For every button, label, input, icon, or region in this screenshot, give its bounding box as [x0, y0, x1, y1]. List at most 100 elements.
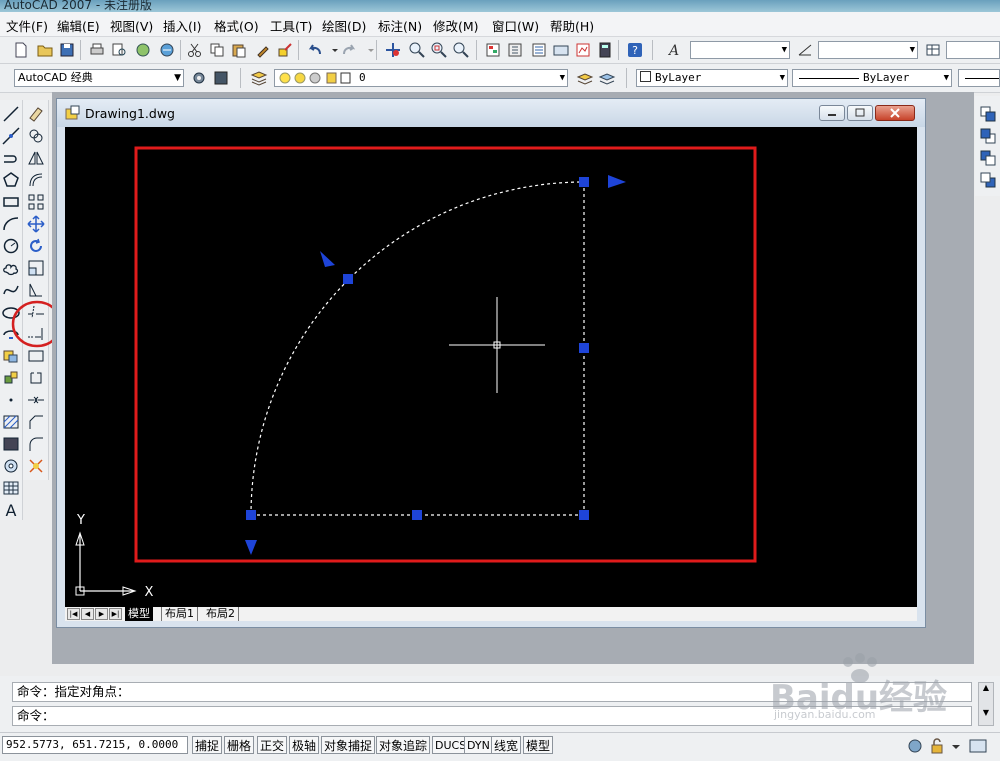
copy-object-icon[interactable] — [26, 126, 46, 146]
workspace-settings-icon[interactable] — [190, 69, 208, 87]
block-editor-icon[interactable] — [276, 41, 294, 59]
tab-last-icon[interactable]: ▶| — [109, 608, 122, 620]
chamfer-icon[interactable] — [26, 412, 46, 432]
fillet-icon[interactable] — [26, 434, 46, 454]
menu-format[interactable]: 格式(O) — [214, 16, 259, 35]
menu-tools[interactable]: 工具(T) — [270, 16, 312, 35]
line-icon[interactable] — [1, 104, 21, 124]
tool-palettes-icon[interactable] — [530, 41, 548, 59]
bring-above-icon[interactable] — [978, 148, 998, 168]
text-style-combo[interactable]: ▼ — [690, 41, 790, 59]
make-block-icon[interactable] — [1, 368, 21, 388]
paste-icon[interactable] — [230, 41, 248, 59]
new-icon[interactable] — [12, 41, 30, 59]
array-icon[interactable] — [26, 192, 46, 212]
layer-properties-icon[interactable] — [250, 69, 268, 87]
help-icon[interactable]: ? — [626, 41, 644, 59]
calculator-icon[interactable] — [596, 41, 614, 59]
selected-arc[interactable] — [250, 181, 585, 516]
grip-arrow-down[interactable] — [245, 540, 257, 555]
drawing-canvas[interactable]: Y X — [65, 127, 917, 607]
rectangle-icon[interactable] — [1, 192, 21, 212]
menu-help[interactable]: 帮助(H) — [550, 16, 594, 35]
grip-arc-mid[interactable] — [343, 274, 353, 284]
sheet-set-icon[interactable] — [552, 41, 570, 59]
join-icon[interactable] — [26, 390, 46, 410]
menu-modify[interactable]: 修改(M) — [433, 16, 479, 35]
grip-line-mid-horizontal[interactable] — [412, 510, 422, 520]
point-icon[interactable] — [1, 390, 21, 410]
gradient-icon[interactable] — [1, 434, 21, 454]
toggle-lineweight[interactable]: 线宽 — [491, 736, 522, 754]
polygon-icon[interactable] — [1, 170, 21, 190]
undo-dropdown-icon[interactable] — [326, 41, 338, 59]
toggle-osnap[interactable]: 对象捕捉 — [321, 736, 376, 754]
zoom-previous-icon[interactable] — [452, 41, 470, 59]
open-icon[interactable] — [36, 41, 54, 59]
spline-icon[interactable] — [1, 280, 21, 300]
color-combo[interactable]: ByLayer ▼ — [636, 69, 788, 87]
zoom-realtime-icon[interactable] — [408, 41, 426, 59]
revision-cloud-icon[interactable] — [1, 258, 21, 278]
pan-realtime-icon[interactable] — [384, 41, 402, 59]
toggle-model[interactable]: 模型 — [523, 736, 554, 754]
send-to-back-icon[interactable] — [978, 126, 998, 146]
stretch-icon[interactable] — [26, 280, 46, 300]
grip-arc-start[interactable] — [246, 510, 256, 520]
grip-line-mid-vertical[interactable] — [579, 343, 589, 353]
lock-icon[interactable] — [928, 737, 946, 755]
toggle-dyn[interactable]: DYN — [464, 736, 493, 754]
redo-icon[interactable] — [340, 41, 358, 59]
copy-icon[interactable] — [208, 41, 226, 59]
redo-dropdown-icon[interactable] — [362, 41, 374, 59]
workspace-combo[interactable]: AutoCAD 经典 ▼ — [14, 69, 184, 87]
tab-model[interactable]: 模型 — [125, 607, 153, 621]
menu-insert[interactable]: 插入(I) — [163, 16, 201, 35]
menu-view[interactable]: 视图(V) — [110, 16, 153, 35]
tab-layout1[interactable]: 布局1 — [161, 607, 198, 621]
grip-arrow-right[interactable] — [608, 175, 626, 188]
publish-icon[interactable] — [134, 41, 152, 59]
close-button[interactable] — [875, 105, 915, 121]
circle-icon[interactable] — [1, 236, 21, 256]
table-icon[interactable] — [1, 478, 21, 498]
restore-button[interactable] — [847, 105, 873, 121]
match-properties-icon[interactable] — [254, 41, 272, 59]
minimize-button[interactable] — [819, 105, 845, 121]
bring-to-front-icon[interactable] — [978, 104, 998, 124]
markup-set-icon[interactable] — [574, 41, 592, 59]
arc-icon[interactable] — [1, 214, 21, 234]
layer-previous-icon[interactable] — [598, 69, 616, 87]
scroll-up-icon[interactable]: ▲ — [979, 683, 993, 692]
break-icon[interactable] — [26, 368, 46, 388]
send-under-icon[interactable] — [978, 170, 998, 190]
move-icon[interactable] — [26, 214, 46, 234]
save-icon[interactable] — [58, 41, 76, 59]
layer-combo[interactable]: 0 ▼ — [274, 69, 568, 87]
toggle-grid[interactable]: 栅格 — [224, 736, 255, 754]
command-input[interactable]: 命令： — [12, 706, 972, 726]
dim-style-icon[interactable] — [796, 41, 814, 59]
tab-layout2[interactable]: 布局2 — [203, 607, 239, 621]
toggle-otrack[interactable]: 对象追踪 — [376, 736, 431, 754]
hatch-icon[interactable] — [1, 412, 21, 432]
text-style-icon[interactable]: A — [666, 41, 684, 59]
tab-prev-icon[interactable]: ◀ — [81, 608, 94, 620]
undo-icon[interactable] — [306, 41, 324, 59]
menu-edit[interactable]: 编辑(E) — [57, 16, 100, 35]
plot-icon[interactable] — [88, 41, 106, 59]
workspace-save-icon[interactable] — [212, 69, 230, 87]
tab-first-icon[interactable]: |◀ — [67, 608, 80, 620]
3d-dwf-icon[interactable] — [158, 41, 176, 59]
properties-icon[interactable] — [484, 41, 502, 59]
tab-next-icon[interactable]: ▶ — [95, 608, 108, 620]
grip-corner[interactable] — [579, 510, 589, 520]
dim-style-combo[interactable]: ▼ — [818, 41, 918, 59]
table-style-combo[interactable] — [946, 41, 1000, 59]
coordinate-display[interactable]: 952.5773, 651.7215, 0.0000 — [2, 736, 188, 754]
cut-icon[interactable] — [186, 41, 204, 59]
command-scrollbar[interactable]: ▲ ▼ — [978, 682, 994, 726]
erase-icon[interactable] — [26, 104, 46, 124]
scale-icon[interactable] — [26, 258, 46, 278]
plot-preview-icon[interactable] — [110, 41, 128, 59]
